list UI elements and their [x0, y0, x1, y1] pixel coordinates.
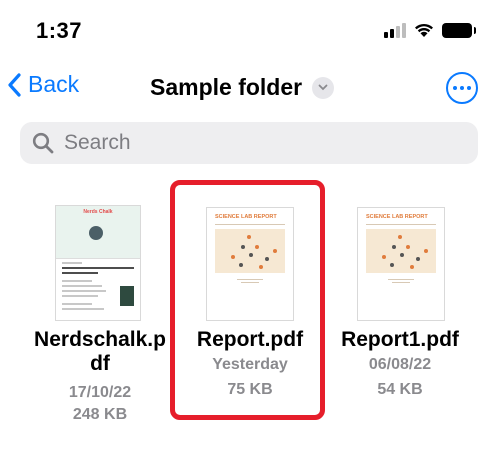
file-date: 17/10/22: [68, 384, 132, 401]
back-button[interactable]: Back: [8, 71, 79, 98]
wifi-icon: [415, 23, 433, 37]
status-bar: 1:37: [0, 0, 500, 60]
file-name: Report1.pdf: [341, 328, 459, 351]
thumbnail-diagram: [366, 229, 436, 273]
status-time: 1:37: [36, 18, 83, 43]
back-label: Back: [28, 71, 80, 97]
ellipsis-dot: [460, 86, 464, 90]
file-date: 06/08/22: [368, 356, 432, 373]
thumbnail-header: Nerds Chalk: [56, 206, 140, 259]
battery-icon: [442, 22, 476, 38]
signal-icon: [384, 22, 406, 38]
selection-highlight: [170, 180, 325, 420]
search-bar[interactable]: [20, 122, 478, 164]
chevron-left-icon: [8, 72, 21, 97]
chevron-down-icon[interactable]: [312, 76, 335, 99]
thumbnail-logo: Nerds Chalk: [83, 209, 113, 215]
more-options-button[interactable]: [446, 72, 478, 104]
file-size: 248 KB: [72, 406, 128, 423]
folder-title-menu[interactable]: Sample folder: [150, 74, 335, 101]
thumbnail-image: [89, 226, 103, 240]
thumbnail-title: SCIENCE LAB REPORT: [366, 214, 428, 220]
file-thumbnail[interactable]: Nerds Chalk: [55, 205, 141, 321]
ellipsis-dot: [453, 86, 457, 90]
file-thumbnail[interactable]: SCIENCE LAB REPORT: [357, 207, 445, 321]
file-size: 54 KB: [377, 381, 423, 398]
navigation-bar: Back Sample folder: [0, 62, 500, 114]
search-icon: [32, 132, 54, 154]
page-title: Sample folder: [150, 74, 303, 100]
file-name: Nerdschalk.p df: [34, 328, 166, 375]
status-icons: [384, 22, 476, 38]
search-input[interactable]: [62, 130, 446, 156]
ellipsis-dot: [467, 86, 471, 90]
